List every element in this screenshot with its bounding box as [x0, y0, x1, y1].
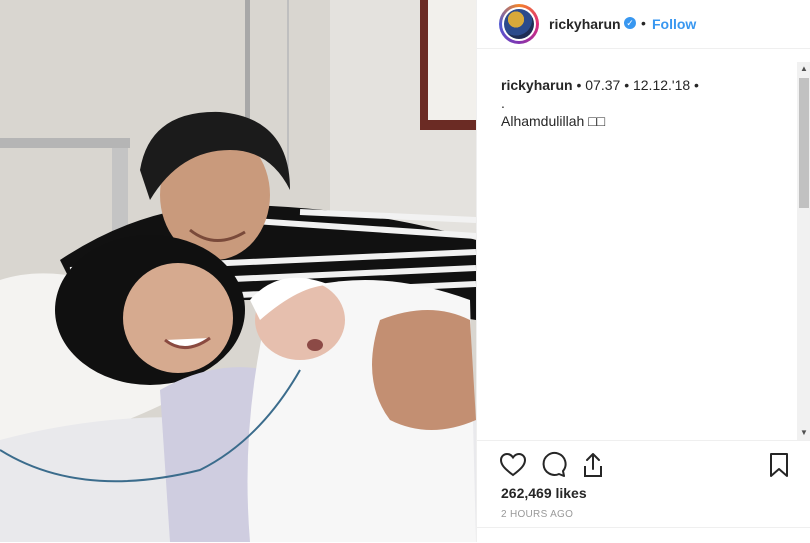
avatar-image: [504, 9, 534, 39]
avatar-frame: [502, 7, 536, 41]
scroll-thumb[interactable]: [799, 78, 809, 208]
family-photo-illustration: [0, 0, 476, 542]
caption-meta-line: rickyharun • 07.37 • 12.12.'18 •: [501, 76, 781, 94]
comment-icon[interactable]: [539, 451, 567, 479]
heart-icon[interactable]: [499, 451, 527, 479]
caption-dot: .: [501, 95, 505, 111]
bookmark-icon[interactable]: [765, 451, 793, 479]
likes-count[interactable]: 262,469 likes: [501, 485, 587, 501]
share-icon[interactable]: [579, 451, 607, 479]
instagram-post: ricky​harun ✓ • Follow rickyharun • 07.3…: [0, 0, 810, 542]
comments-scrollbar[interactable]: ▲ ▼: [797, 62, 810, 440]
post-caption: rickyharun • 07.37 • 12.12.'18 • . Alham…: [501, 76, 781, 130]
caption-text: Alhamdulillah □□: [501, 113, 606, 129]
caption-username[interactable]: rickyharun: [501, 77, 573, 93]
avatar[interactable]: [499, 4, 539, 44]
divider: [477, 527, 810, 528]
header-username[interactable]: ricky​harun: [549, 16, 621, 32]
follow-button[interactable]: Follow: [652, 16, 696, 32]
post-actions: 262,469 likes 2 HOURS AGO: [477, 440, 810, 543]
post-header: ricky​harun ✓ • Follow: [477, 0, 810, 49]
verified-badge-icon: ✓: [624, 17, 636, 29]
post-time[interactable]: 2 HOURS AGO: [501, 509, 573, 520]
post-photo[interactable]: [0, 0, 476, 542]
scroll-down-arrow-icon[interactable]: ▼: [797, 426, 810, 440]
caption-meta: • 07.37 • 12.12.'18 •: [572, 77, 699, 93]
scroll-up-arrow-icon[interactable]: ▲: [797, 62, 810, 76]
post-side-panel: ricky​harun ✓ • Follow rickyharun • 07.3…: [476, 0, 810, 542]
header-separator: •: [641, 15, 646, 31]
